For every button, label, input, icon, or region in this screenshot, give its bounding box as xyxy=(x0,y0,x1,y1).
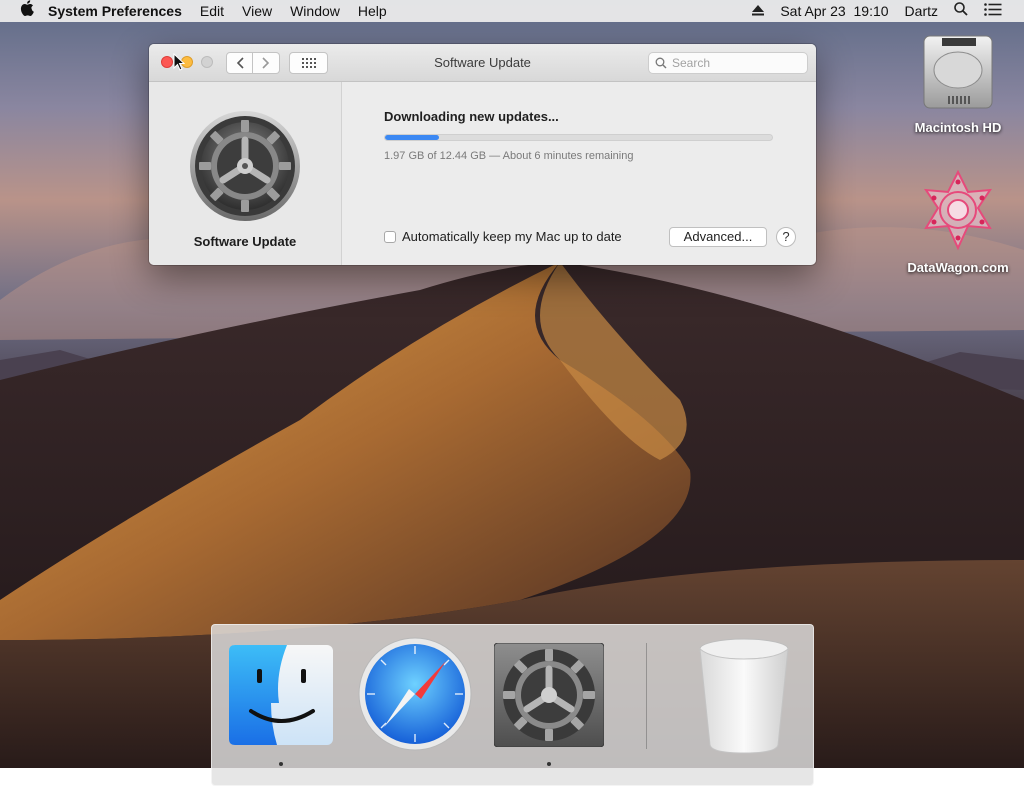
sidebar: Software Update xyxy=(149,82,342,265)
help-button[interactable]: ? xyxy=(776,227,796,247)
mandala-icon xyxy=(916,168,1000,252)
software-update-gear-icon xyxy=(189,110,301,227)
auto-update-checkbox[interactable] xyxy=(384,230,396,243)
user-menu[interactable]: Dartz xyxy=(897,0,946,22)
menu-view[interactable]: View xyxy=(233,0,281,22)
finder-icon xyxy=(229,645,333,745)
search-field[interactable]: Search xyxy=(648,52,808,74)
menu-window[interactable]: Window xyxy=(281,0,349,22)
trash-icon xyxy=(699,638,789,754)
eject-icon[interactable] xyxy=(744,0,772,22)
sidebar-label: Software Update xyxy=(193,234,297,249)
desktop-icon-label: Macintosh HD xyxy=(914,120,1002,135)
progress-fill xyxy=(385,135,440,140)
dock-item-finder[interactable] xyxy=(229,645,333,750)
status-title: Downloading new updates... xyxy=(384,109,559,124)
desktop-icon-label: DataWagon.com xyxy=(907,260,1009,275)
auto-update-label[interactable]: Automatically keep my Mac up to date xyxy=(402,229,622,244)
menu-edit[interactable]: Edit xyxy=(191,0,233,22)
running-indicator xyxy=(279,762,283,766)
software-update-window: Software Update Search Software Update D… xyxy=(149,44,816,265)
dock-item-system-preferences[interactable] xyxy=(493,642,605,752)
search-placeholder: Search xyxy=(672,56,711,70)
menu-bar: System Preferences Edit View Window Help… xyxy=(0,0,1024,22)
menu-help[interactable]: Help xyxy=(349,0,396,22)
progress-detail: 1.97 GB of 12.44 GB — About 6 minutes re… xyxy=(384,150,634,162)
search-icon xyxy=(655,57,667,69)
spotlight-search-icon[interactable] xyxy=(946,0,976,22)
update-content: Downloading new updates... 1.97 GB of 12… xyxy=(342,82,816,265)
dock-separator xyxy=(646,643,647,749)
download-progress-bar xyxy=(384,134,773,141)
apple-menu-icon[interactable] xyxy=(0,0,42,22)
desktop-icon-datawagon[interactable]: DataWagon.com xyxy=(903,168,1013,275)
hard-drive-icon xyxy=(920,32,996,112)
clock[interactable]: Sat Apr 23 19:10 xyxy=(772,0,896,22)
advanced-button[interactable]: Advanced... xyxy=(669,227,767,247)
dock-item-trash[interactable] xyxy=(696,637,792,760)
title-bar[interactable]: Software Update Search xyxy=(149,44,816,82)
system-preferences-icon xyxy=(493,642,605,748)
app-menu[interactable]: System Preferences xyxy=(42,0,191,22)
safari-icon xyxy=(358,637,472,751)
auto-update-option[interactable]: Automatically keep my Mac up to date xyxy=(384,229,622,244)
notification-center-icon[interactable] xyxy=(976,0,1024,22)
dock xyxy=(211,624,814,786)
dock-item-safari[interactable] xyxy=(358,637,472,756)
mouse-cursor-icon xyxy=(173,53,185,71)
desktop-icon-macintosh-hd[interactable]: Macintosh HD xyxy=(903,32,1013,135)
running-indicator xyxy=(547,762,551,766)
